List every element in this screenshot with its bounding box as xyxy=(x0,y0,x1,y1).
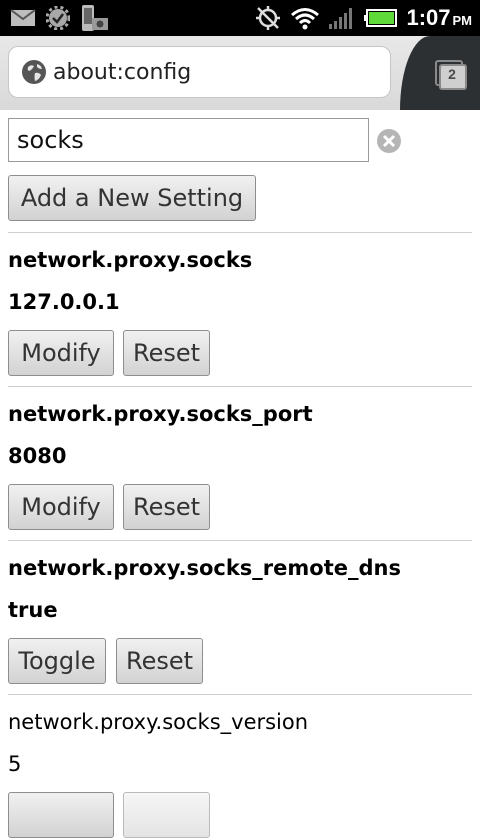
reset-button[interactable]: Reset xyxy=(123,330,210,376)
gmail-icon xyxy=(10,9,36,26)
clock: 1:07 PM xyxy=(406,5,472,30)
pref-name: network.proxy.socks xyxy=(8,248,253,272)
url-bar[interactable]: about:config xyxy=(8,46,391,98)
add-setting-button[interactable]: Add a New Setting xyxy=(8,175,256,221)
pref-name: network.proxy.socks_remote_dns xyxy=(8,556,401,580)
reset-button[interactable]: Reset xyxy=(116,638,203,684)
divider xyxy=(8,232,472,233)
pref-value: 127.0.0.1 xyxy=(8,290,120,314)
tab-count: 2 xyxy=(448,66,456,82)
pref-value: true xyxy=(8,598,58,622)
modify-button[interactable] xyxy=(8,792,114,838)
battery-icon xyxy=(364,9,398,27)
divider xyxy=(8,386,472,387)
gps-off-icon xyxy=(256,6,281,30)
toggle-button[interactable]: Toggle xyxy=(8,638,106,684)
divider xyxy=(8,694,472,695)
globe-icon xyxy=(22,60,46,84)
settings-update-icon xyxy=(46,6,70,30)
status-bar: 1:07 PM xyxy=(0,0,480,36)
pref-value: 5 xyxy=(8,752,22,776)
modify-button[interactable]: Modify xyxy=(8,330,114,376)
pref-value: 8080 xyxy=(8,444,67,468)
modify-button[interactable]: Modify xyxy=(8,484,114,530)
url-text: about:config xyxy=(53,59,192,85)
reset-button-disabled xyxy=(123,792,210,838)
phone-storage-icon xyxy=(82,5,108,31)
search-input[interactable]: socks xyxy=(8,118,369,162)
pref-name: network.proxy.socks_port xyxy=(8,402,313,426)
wifi-icon xyxy=(291,8,320,30)
clear-icon[interactable] xyxy=(376,128,402,154)
signal-icon xyxy=(329,8,353,29)
divider xyxy=(8,540,472,541)
pref-name: network.proxy.socks_version xyxy=(8,710,309,734)
reset-button[interactable]: Reset xyxy=(123,484,210,530)
